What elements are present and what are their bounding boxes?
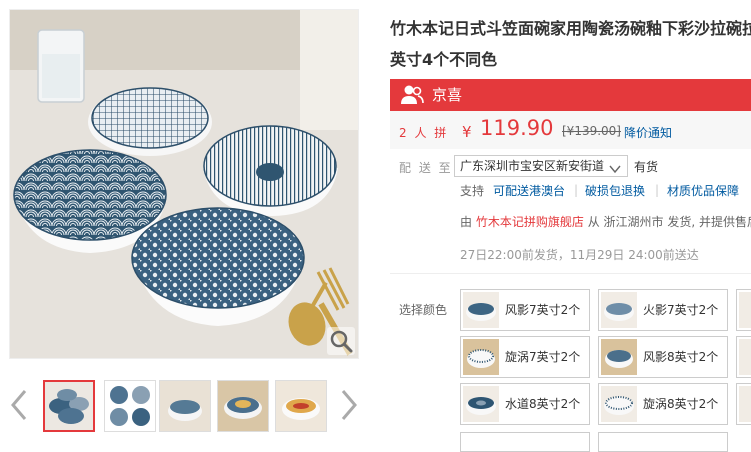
service-separator: | xyxy=(574,183,579,197)
group-buy-label: 2 人 拼 xyxy=(399,126,449,140)
shipping-label: 配 送 至 xyxy=(399,161,453,175)
option-swatch xyxy=(739,292,751,328)
option-label: 火影7英寸2个 xyxy=(643,303,719,317)
option-label: 旋涡7英寸2个 xyxy=(505,350,581,364)
thumbnail-2[interactable] xyxy=(104,380,156,432)
thumbnail-3[interactable] xyxy=(159,380,211,432)
thumbnail-1[interactable] xyxy=(43,380,95,432)
option-label: 水道8英寸2个 xyxy=(505,397,581,411)
product-title-line-2: 英寸4个不同色 xyxy=(390,50,498,69)
option-swatch xyxy=(463,386,499,422)
color-option-3[interactable]: 旋涡7英寸2个 xyxy=(460,336,590,378)
option-swatch xyxy=(739,339,751,375)
thumbnail-4[interactable] xyxy=(217,380,269,432)
current-price: 119.90 xyxy=(480,116,554,140)
color-select-label: 选择颜色 xyxy=(399,303,448,317)
option-swatch xyxy=(601,292,637,328)
zoom-magnifier-icon[interactable] xyxy=(327,327,355,355)
option-label: 风影8英寸2个 xyxy=(643,350,719,364)
option-swatch xyxy=(739,386,751,422)
group-users-icon xyxy=(400,84,424,106)
color-option-more[interactable] xyxy=(736,336,751,378)
color-option-4[interactable]: 风影8英寸2个 xyxy=(598,336,728,378)
color-option-1[interactable]: 风影7英寸2个 xyxy=(460,289,590,331)
original-price-value: [¥139.00] xyxy=(562,124,621,138)
option-label: 风影7英寸2个 xyxy=(505,303,581,317)
thumbnail-5[interactable] xyxy=(275,380,327,432)
option-swatch xyxy=(601,339,637,375)
stock-status: 有货 xyxy=(634,160,659,174)
color-option-more[interactable] xyxy=(736,289,751,331)
color-option-7[interactable] xyxy=(460,432,590,452)
option-swatch xyxy=(463,292,499,328)
product-title-line-1: 竹木本记日式斗笠面碗家用陶瓷汤碗釉下彩沙拉碗拉 xyxy=(390,19,751,38)
divider xyxy=(390,273,751,274)
promo-label: 京喜 xyxy=(432,86,463,104)
color-option-6[interactable]: 旋涡8英寸2个 xyxy=(598,383,728,425)
services-label: 支持 xyxy=(460,184,485,198)
service-hk-macau-taiwan[interactable]: 可配送港澳台 xyxy=(493,183,565,199)
option-swatch xyxy=(601,386,637,422)
currency-symbol: ¥ xyxy=(462,123,472,141)
thumbnail-next-arrow-icon[interactable] xyxy=(336,385,362,425)
main-product-image[interactable] xyxy=(9,9,359,359)
delivery-estimate: 27日22:00前发货，11月29日 24:00前送达 xyxy=(460,248,699,262)
option-swatch xyxy=(463,339,499,375)
service-separator: | xyxy=(655,183,660,197)
shipping-location-select[interactable]: 广东深圳市宝安区新安街道 xyxy=(454,155,628,177)
chevron-down-icon[interactable] xyxy=(609,160,621,174)
store-name-link[interactable]: 竹木本记拼购旗舰店 xyxy=(476,215,584,229)
store-prefix: 由 xyxy=(460,215,473,229)
option-label: 旋涡8英寸2个 xyxy=(643,397,719,411)
store-info: 由 竹木本记拼购旗舰店 从 浙江湖州市 发货, 并提供售后 xyxy=(460,213,751,230)
thumbnail-prev-arrow-icon[interactable] xyxy=(6,385,32,425)
service-quality-guarantee[interactable]: 材质优品保障 xyxy=(667,183,739,199)
service-damage-return[interactable]: 破损包退换 xyxy=(585,183,645,199)
color-option-2[interactable]: 火影7英寸2个 xyxy=(598,289,728,331)
color-option-5[interactable]: 水道8英寸2个 xyxy=(460,383,590,425)
price-drop-notify-link[interactable]: 降价通知 xyxy=(624,124,672,141)
store-suffix: 从 浙江湖州市 发货, 并提供售后 xyxy=(587,215,751,229)
original-price: [¥139.00] xyxy=(562,124,621,138)
color-option-more[interactable] xyxy=(736,383,751,425)
color-option-8[interactable] xyxy=(598,432,728,452)
